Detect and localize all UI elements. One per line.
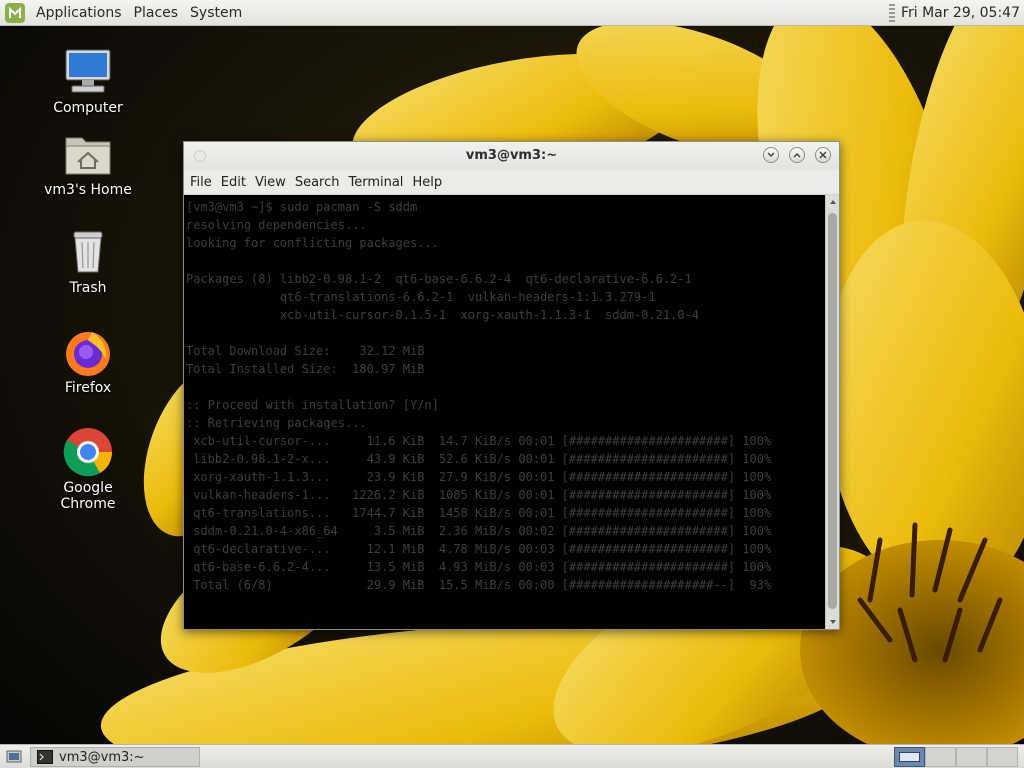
menu-file[interactable]: File [186, 175, 217, 190]
desktop-icon-label: Computer [53, 100, 123, 116]
menu-search[interactable]: Search [291, 175, 345, 190]
workspace-switcher[interactable] [894, 747, 1020, 767]
panel-separator [888, 3, 895, 22]
clock[interactable]: Fri Mar 29, 05:47 [901, 5, 1020, 21]
bottom-panel: vm3@vm3:~ [0, 744, 1024, 768]
maximize-button[interactable] [789, 147, 805, 163]
desktop-icon-label: vm3's Home [44, 182, 132, 198]
terminal-menubar: File Edit View Search Terminal Help [184, 170, 839, 195]
menu-edit[interactable]: Edit [217, 175, 251, 190]
workspace-4[interactable] [987, 747, 1018, 767]
chrome-icon [62, 426, 114, 478]
desktop-icon-label: Google Chrome [60, 480, 116, 512]
show-desktop-icon[interactable] [6, 749, 22, 765]
workspace-2[interactable] [925, 747, 956, 767]
terminal-scrollbar[interactable] [825, 195, 839, 629]
mate-logo-icon[interactable] [4, 2, 26, 24]
minimize-button[interactable] [763, 147, 779, 163]
terminal-icon [37, 750, 53, 764]
scroll-up-arrow-icon[interactable] [826, 195, 839, 209]
workspace-1[interactable] [894, 747, 925, 767]
desktop-icon-label: Trash [69, 280, 107, 296]
home-folder-icon [62, 128, 114, 180]
menu-terminal[interactable]: Terminal [344, 175, 408, 190]
scrollbar-thumb[interactable] [828, 213, 837, 609]
desktop-icon-firefox[interactable]: Firefox [38, 326, 138, 396]
chevron-down-icon [767, 152, 775, 158]
top-panel: Applications Places System Fri Mar 29, 0… [0, 0, 1024, 26]
menu-help[interactable]: Help [408, 175, 447, 190]
scroll-down-arrow-icon[interactable] [826, 615, 839, 629]
window-title: vm3@vm3:~ [465, 148, 558, 163]
workspace-3[interactable] [956, 747, 987, 767]
desktop-icon-label: Firefox [64, 380, 112, 396]
computer-icon [62, 46, 114, 98]
terminal-output-area[interactable]: [vm3@vm3 ~]$ sudo pacman -S sddm resolvi… [184, 195, 825, 629]
menu-view[interactable]: View [251, 175, 291, 190]
desktop-icon-computer[interactable]: Computer [38, 46, 138, 116]
menu-places[interactable]: Places [128, 5, 185, 21]
firefox-icon [62, 326, 114, 378]
desktop-icon-home[interactable]: vm3's Home [38, 128, 138, 198]
desktop-icon-chrome[interactable]: Google Chrome [38, 426, 138, 512]
window-titlebar[interactable]: vm3@vm3:~ [184, 142, 839, 170]
menu-system[interactable]: System [184, 5, 248, 21]
desktop-icon-trash[interactable]: Trash [38, 226, 138, 296]
close-button[interactable] [815, 147, 831, 163]
terminal-window[interactable]: vm3@vm3:~ File Edit View Search Terminal… [183, 141, 840, 630]
taskbar-button-label: vm3@vm3:~ [59, 749, 145, 765]
close-icon [819, 151, 827, 159]
terminal-output: [vm3@vm3 ~]$ sudo pacman -S sddm resolvi… [186, 200, 772, 592]
taskbar-button-terminal[interactable]: vm3@vm3:~ [30, 747, 200, 767]
menu-applications[interactable]: Applications [30, 5, 128, 21]
trash-icon [62, 226, 114, 278]
chevron-up-icon [793, 152, 801, 158]
